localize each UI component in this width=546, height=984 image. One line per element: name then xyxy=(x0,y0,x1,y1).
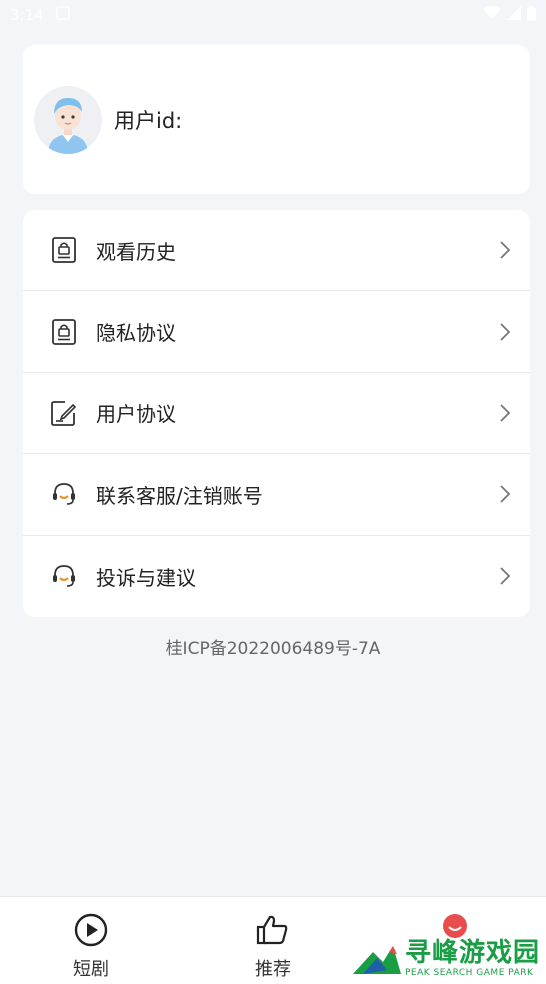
status-bar: 3:14 xyxy=(0,0,546,30)
chevron-right-icon xyxy=(498,484,512,504)
headset-icon xyxy=(51,563,77,589)
tab-short-drama[interactable]: 短剧 xyxy=(0,897,182,984)
chevron-right-icon xyxy=(498,566,512,586)
play-circle-icon xyxy=(74,913,108,951)
watermark-logo: 寻峰游戏园 PEAK SEARCH GAME PARK xyxy=(352,938,540,978)
notification-icon xyxy=(55,6,70,24)
tab-label: 短剧 xyxy=(73,959,109,980)
user-avatar-icon xyxy=(34,85,102,154)
menu-item-label: 联系客服/注销账号 xyxy=(96,483,263,508)
menu-item-label: 隐私协议 xyxy=(96,321,176,346)
avatar[interactable] xyxy=(34,85,102,154)
status-time: 3:14 xyxy=(10,6,44,24)
menu-item-contact-support[interactable]: 联系客服/注销账号 xyxy=(23,454,530,536)
menu-card: 观看历史 隐私协议 用户协议 联系客服/注销账号 投诉与建议 xyxy=(23,210,530,617)
icp-license-text: 桂ICP备2022006489号-7A xyxy=(165,639,381,659)
menu-item-user-agreement[interactable]: 用户协议 xyxy=(23,373,530,455)
lock-document-icon xyxy=(51,237,77,264)
signal-icon xyxy=(507,6,521,24)
mountain-logo-icon xyxy=(352,942,401,978)
menu-item-label: 用户协议 xyxy=(96,402,176,427)
watermark-subtitle: PEAK SEARCH GAME PARK xyxy=(404,968,534,978)
edit-document-icon xyxy=(51,400,77,426)
lock-document-icon xyxy=(51,318,77,345)
menu-item-watch-history[interactable]: 观看历史 xyxy=(23,210,530,292)
menu-item-label: 投诉与建议 xyxy=(96,565,196,590)
chevron-right-icon xyxy=(498,403,512,423)
menu-item-label: 观看历史 xyxy=(96,239,176,264)
chevron-right-icon xyxy=(498,240,512,260)
profile-card: 用户id: xyxy=(23,45,530,194)
tab-label: 推荐 xyxy=(255,959,291,980)
thumbs-up-icon xyxy=(256,913,290,951)
battery-icon xyxy=(527,5,536,25)
wifi-icon xyxy=(483,6,501,24)
watermark-title: 寻峰游戏园 xyxy=(404,938,540,968)
tab-recommend[interactable]: 推荐 xyxy=(182,897,364,984)
user-id-label: 用户id: xyxy=(114,108,183,133)
chevron-right-icon xyxy=(498,322,512,342)
menu-item-privacy-policy[interactable]: 隐私协议 xyxy=(23,291,530,373)
headset-icon xyxy=(51,481,77,507)
menu-item-feedback[interactable]: 投诉与建议 xyxy=(23,536,530,617)
